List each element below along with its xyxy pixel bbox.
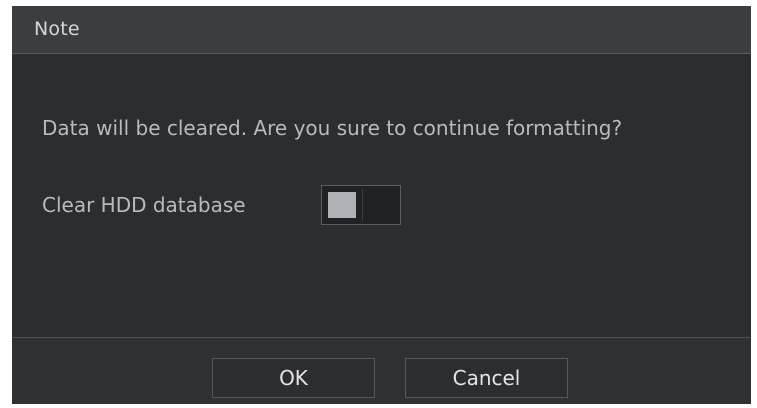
format-confirm-dialog: Note Data will be cleared. Are you sure …	[12, 6, 751, 404]
toggle-knob	[328, 192, 356, 218]
cancel-button[interactable]: Cancel	[405, 358, 568, 398]
toggle-divider	[362, 189, 363, 221]
dialog-title: Note	[34, 18, 80, 40]
confirm-message: Data will be cleared. Are you sure to co…	[42, 116, 623, 140]
clear-hdd-database-toggle[interactable]	[321, 185, 401, 225]
ok-button[interactable]: OK	[212, 358, 375, 398]
clear-hdd-database-label: Clear HDD database	[42, 193, 246, 217]
dialog-footer: OK Cancel	[12, 337, 751, 404]
dialog-titlebar: Note	[12, 6, 751, 54]
